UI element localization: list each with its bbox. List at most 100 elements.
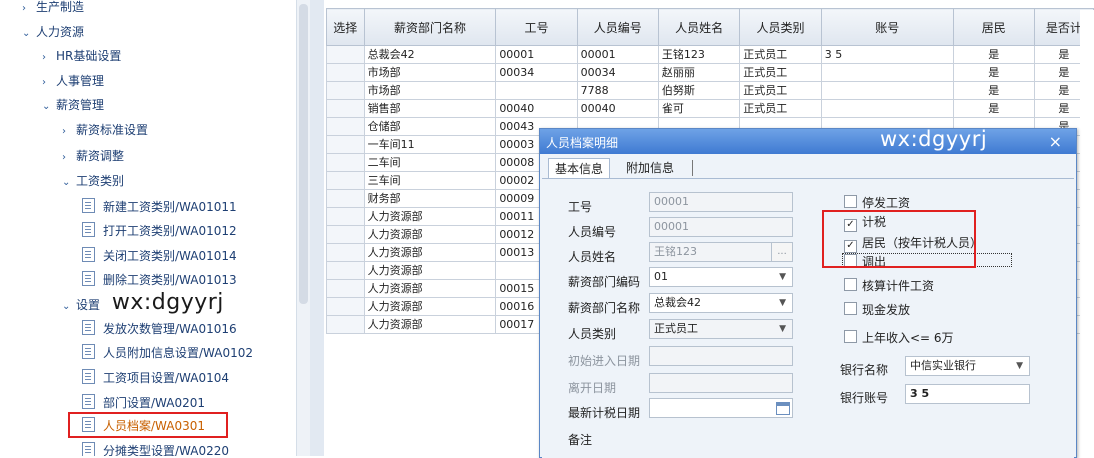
table-cell[interactable]: 正式员工 bbox=[739, 99, 822, 118]
table-cell[interactable]: 一车间11 bbox=[363, 135, 497, 154]
table-cell[interactable]: 00001 bbox=[576, 45, 659, 64]
table-cell[interactable] bbox=[820, 63, 954, 82]
tree-item-personnel[interactable]: › 人事管理 bbox=[42, 70, 104, 92]
cash-pay-checkbox[interactable]: 现金发放 bbox=[844, 301, 910, 318]
table-cell[interactable]: 人力资源部 bbox=[363, 207, 497, 226]
table-cell[interactable]: 人力资源部 bbox=[363, 243, 497, 262]
dept-code-select[interactable]: 01 ▼ bbox=[649, 267, 793, 287]
nav-scrollbar[interactable] bbox=[296, 0, 311, 456]
table-cell[interactable] bbox=[326, 297, 365, 316]
table-cell[interactable]: 00040 bbox=[495, 99, 578, 118]
table-cell[interactable]: 是 bbox=[952, 45, 1035, 64]
table-cell[interactable] bbox=[820, 99, 954, 118]
dialog-titlebar[interactable]: 人员档案明细 wx:dgyyrj × bbox=[540, 127, 1076, 154]
table-row[interactable]: 市场部 7788 伯努斯 正式员工是是 bbox=[326, 81, 1094, 100]
table-cell[interactable]: 是 bbox=[952, 63, 1035, 82]
tree-item-pay-standard[interactable]: › 薪资标准设置 bbox=[62, 119, 148, 141]
tree-item-close-category[interactable]: 关闭工资类别/WA01014 bbox=[82, 245, 237, 267]
table-cell[interactable] bbox=[820, 81, 954, 100]
table-cell[interactable] bbox=[495, 81, 578, 100]
bank-name-select[interactable]: 中信实业银行 ▼ bbox=[905, 356, 1030, 376]
column-header[interactable]: 薪资部门名称 bbox=[363, 8, 497, 46]
column-header[interactable]: 账号 bbox=[820, 8, 954, 46]
tree-item-hr-basic[interactable]: › HR基础设置 bbox=[42, 45, 121, 67]
table-cell[interactable]: 人力资源部 bbox=[363, 315, 497, 334]
table-cell[interactable]: 00040 bbox=[576, 99, 659, 118]
splitter[interactable] bbox=[310, 0, 324, 456]
tree-item-settings[interactable]: ⌄ 设置 wx:dgyyrj bbox=[62, 292, 224, 314]
table-cell[interactable]: 赵丽丽 bbox=[657, 63, 741, 82]
table-cell[interactable] bbox=[326, 261, 365, 280]
table-cell[interactable] bbox=[326, 135, 365, 154]
low-income-checkbox[interactable]: 上年收入<= 6万 bbox=[844, 329, 954, 346]
name-field[interactable]: 王铭123 ... bbox=[649, 242, 793, 262]
table-cell[interactable]: 二车间 bbox=[363, 153, 497, 172]
tree-item-open-category[interactable]: 打开工资类别/WA01012 bbox=[82, 220, 237, 242]
table-cell[interactable]: 正式员工 bbox=[739, 63, 822, 82]
column-header[interactable]: 工号 bbox=[495, 8, 578, 46]
tree-item-dept-settings[interactable]: 部门设置/WA0201 bbox=[82, 392, 205, 414]
dept-name-select[interactable]: 总裁会42 ▼ bbox=[649, 293, 793, 313]
table-cell[interactable] bbox=[326, 207, 365, 226]
table-cell[interactable]: 正式员工 bbox=[739, 81, 822, 100]
piece-wage-checkbox[interactable]: 核算计件工资 bbox=[844, 277, 934, 294]
table-cell[interactable]: 人力资源部 bbox=[363, 297, 497, 316]
table-cell[interactable]: 00001 bbox=[495, 45, 578, 64]
table-row[interactable]: 总裁会42 00001 00001 王铭123 正式员工 3 5是是 bbox=[326, 45, 1094, 64]
table-cell[interactable]: 是 bbox=[952, 99, 1035, 118]
column-header[interactable]: 人员类别 bbox=[739, 8, 822, 46]
tree-item-new-category[interactable]: 新建工资类别/WA01011 bbox=[82, 196, 237, 218]
table-cell[interactable] bbox=[326, 117, 365, 136]
table-cell[interactable]: 销售部 bbox=[363, 99, 497, 118]
table-cell[interactable]: 王铭123 bbox=[657, 45, 741, 64]
table-cell[interactable] bbox=[326, 99, 365, 118]
table-cell[interactable]: 雀可 bbox=[657, 99, 741, 118]
tab-extra-info[interactable]: 附加信息 bbox=[620, 158, 680, 178]
tree-item-production[interactable]: › 生产制造 bbox=[22, 0, 84, 18]
category-select[interactable]: 正式员工 ▼ bbox=[649, 319, 793, 339]
table-cell[interactable]: 人力资源部 bbox=[363, 261, 497, 280]
table-cell[interactable]: 伯努斯 bbox=[657, 81, 741, 100]
tab-basic-info[interactable]: 基本信息 bbox=[548, 158, 611, 179]
tree-item-wage-category[interactable]: ⌄ 工资类别 bbox=[62, 170, 124, 192]
tree-item-allocation-type[interactable]: 分摊类型设置/WA0220 bbox=[82, 440, 229, 456]
table-cell[interactable]: 正式员工 bbox=[739, 45, 822, 64]
table-cell[interactable]: 是 bbox=[952, 81, 1035, 100]
table-row[interactable]: 市场部 00034 00034 赵丽丽 正式员工是是 bbox=[326, 63, 1094, 82]
tree-item-pay-times[interactable]: 发放次数管理/WA01016 bbox=[82, 318, 237, 340]
tree-item-extra-info[interactable]: 人员附加信息设置/WA0102 bbox=[82, 342, 253, 364]
table-cell[interactable]: 总裁会42 bbox=[363, 45, 497, 64]
table-cell[interactable] bbox=[326, 189, 365, 208]
table-cell[interactable] bbox=[326, 171, 365, 190]
table-cell[interactable]: 3 5 bbox=[820, 45, 954, 64]
table-cell[interactable]: 市场部 bbox=[363, 81, 497, 100]
scrollbar-thumb[interactable] bbox=[299, 4, 308, 304]
column-header[interactable]: 居民 bbox=[952, 8, 1035, 46]
table-cell[interactable] bbox=[326, 225, 365, 244]
table-cell[interactable] bbox=[326, 315, 365, 334]
table-cell[interactable]: 仓储部 bbox=[363, 117, 497, 136]
table-cell[interactable] bbox=[326, 63, 365, 82]
column-header[interactable]: 人员编号 bbox=[576, 8, 659, 46]
name-lookup-button[interactable]: ... bbox=[771, 243, 792, 261]
stop-pay-checkbox[interactable]: 停发工资 bbox=[844, 194, 910, 211]
table-row[interactable]: 销售部 00040 00040 雀可 正式员工是是 bbox=[326, 99, 1094, 118]
close-icon[interactable]: × bbox=[1049, 132, 1062, 151]
table-cell[interactable] bbox=[326, 279, 365, 298]
column-header[interactable]: 选择 bbox=[326, 8, 365, 46]
tree-item-pay-adjust[interactable]: › 薪资调整 bbox=[62, 145, 124, 167]
table-cell[interactable] bbox=[326, 243, 365, 262]
table-cell[interactable]: 三车间 bbox=[363, 171, 497, 190]
table-cell[interactable]: 00034 bbox=[576, 63, 659, 82]
table-cell[interactable] bbox=[326, 153, 365, 172]
column-header[interactable]: 人员姓名 bbox=[657, 8, 741, 46]
bank-acct-field[interactable]: 3 5 bbox=[905, 384, 1030, 404]
tree-item-wage-items[interactable]: 工资项目设置/WA0104 bbox=[82, 367, 229, 389]
table-cell[interactable]: 人力资源部 bbox=[363, 279, 497, 298]
table-cell[interactable] bbox=[326, 81, 365, 100]
table-cell[interactable]: 人力资源部 bbox=[363, 225, 497, 244]
table-cell[interactable]: 市场部 bbox=[363, 63, 497, 82]
table-cell[interactable] bbox=[326, 45, 365, 64]
grid-scrollbar[interactable] bbox=[1080, 10, 1094, 456]
table-cell[interactable]: 7788 bbox=[576, 81, 659, 100]
